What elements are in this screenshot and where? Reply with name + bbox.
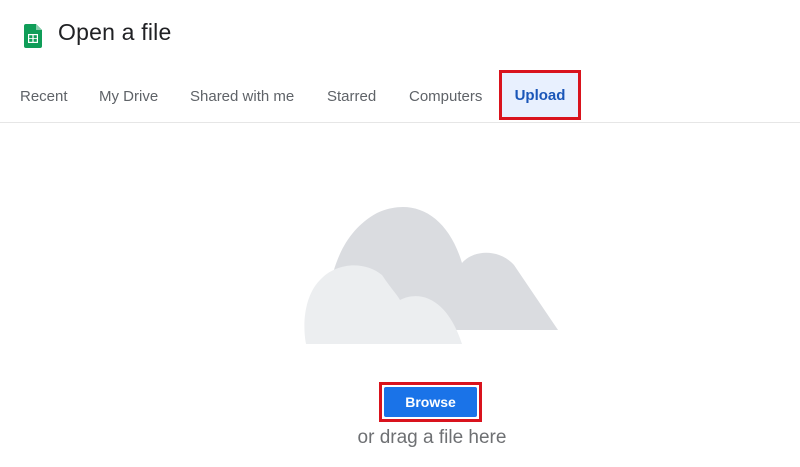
tab-recent[interactable]: Recent bbox=[20, 72, 68, 121]
tab-bar: Recent My Drive Shared with me Starred C… bbox=[0, 70, 800, 123]
cloud-icon bbox=[302, 205, 562, 350]
dialog-title: Open a file bbox=[58, 19, 172, 45]
tab-my-drive[interactable]: My Drive bbox=[99, 72, 158, 121]
tab-starred[interactable]: Starred bbox=[327, 72, 376, 121]
sheets-icon bbox=[24, 24, 42, 48]
dialog-header: Open a file bbox=[0, 0, 800, 70]
tab-shared-with-me[interactable]: Shared with me bbox=[190, 72, 294, 121]
open-file-dialog: Open a file Recent My Drive Shared with … bbox=[0, 0, 800, 467]
tab-upload[interactable]: Upload bbox=[499, 70, 581, 120]
drag-drop-hint: or drag a file here bbox=[357, 427, 507, 448]
browse-button[interactable]: Browse bbox=[384, 387, 477, 417]
tab-computers[interactable]: Computers bbox=[409, 72, 482, 121]
